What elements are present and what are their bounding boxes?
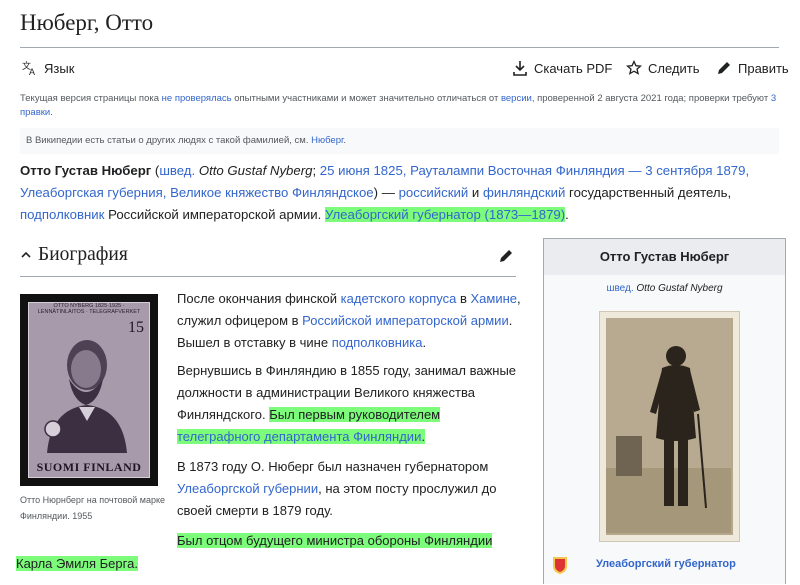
subject-name: Отто Густав Нюберг bbox=[20, 163, 152, 178]
hatnote-end: . bbox=[343, 135, 346, 146]
russian-link[interactable]: российский bbox=[399, 185, 469, 200]
language-label: Язык bbox=[44, 60, 75, 76]
download-pdf-label: Скачать PDF bbox=[534, 60, 613, 76]
download-icon bbox=[512, 60, 528, 76]
imperial-army-link[interactable]: Российской императорской армии bbox=[302, 313, 509, 328]
hamina-link[interactable]: Хамине bbox=[470, 291, 517, 306]
edit-button[interactable]: Править bbox=[716, 56, 789, 80]
notice-link-unchecked[interactable]: не проверялась bbox=[162, 93, 232, 104]
notice-text: Текущая версия страницы пока bbox=[20, 93, 162, 104]
lead-text: Российской императорской армии. bbox=[104, 207, 325, 222]
biography-paragraph-1: После окончания финской кадетского корпу… bbox=[177, 288, 522, 354]
translate-icon: 文 A bbox=[22, 60, 38, 76]
stamp-caption: Отто Нюрнберг на почтовой марке Финлянди… bbox=[20, 495, 166, 521]
pencil-icon[interactable] bbox=[498, 248, 514, 269]
biography-paragraph-4: Был отцом будущего министра обороны Финл… bbox=[177, 530, 522, 552]
finnish-link[interactable]: финляндский bbox=[483, 185, 565, 200]
highlighted-text: Карла Эмиля Берга. bbox=[16, 556, 138, 571]
swedish-lang-link[interactable]: швед. bbox=[159, 163, 195, 178]
edit-label: Править bbox=[738, 60, 789, 76]
page-toolbar: 文 A Язык Скачать PDF Следить Править bbox=[20, 56, 789, 80]
highlighted-text: Был отцом будущего министра обороны Финл… bbox=[177, 533, 493, 548]
bio-text: В 1873 году О. Нюберг был назначен губер… bbox=[177, 459, 489, 474]
hatnote-link[interactable]: Нюберг bbox=[311, 135, 343, 146]
lead-paragraph: Отто Густав Нюберг (швед. Otto Gustaf Ny… bbox=[20, 160, 785, 226]
infobox-swedish-link[interactable]: швед. bbox=[606, 283, 633, 294]
infobox-subtitle: швед. Otto Gustaf Nyberg bbox=[544, 283, 785, 294]
notice-text: . bbox=[50, 107, 53, 118]
watch-button[interactable]: Следить bbox=[626, 56, 700, 80]
hatnote-text: В Википедии есть статьи о других людях с… bbox=[26, 135, 312, 146]
biography-paragraph-4-continuation: Карла Эмиля Берга. bbox=[16, 553, 138, 575]
infobox: Отто Густав Нюберг швед. Otto Gustaf Nyb… bbox=[543, 238, 786, 584]
notice-text: опытными участниками и может значительно… bbox=[231, 93, 501, 104]
bio-text: . bbox=[422, 335, 427, 350]
title-divider bbox=[20, 47, 779, 48]
notice-link-version[interactable]: версии bbox=[501, 93, 532, 104]
telegraph-dept-link[interactable]: телеграфного департамента Финляндии bbox=[177, 429, 422, 444]
cadet-corps-link[interactable]: кадетского корпуса bbox=[341, 291, 457, 306]
download-pdf-button[interactable]: Скачать PDF bbox=[512, 56, 612, 80]
postage-stamp-image[interactable]: OTTO NYBERG 1825·1925 · LENNÄTINLAITOS ·… bbox=[20, 294, 158, 486]
section-heading-biography[interactable]: Биография bbox=[20, 240, 516, 277]
photo-figure bbox=[606, 318, 731, 533]
lt-colonel-rank-link[interactable]: подполковника bbox=[332, 335, 423, 350]
infobox-title: Отто Густав Нюберг bbox=[544, 239, 785, 275]
biography-paragraph-2: Вернувшись в Финляндию в 1855 году, зани… bbox=[177, 360, 522, 448]
chevron-up-icon[interactable] bbox=[20, 248, 32, 266]
governor-link[interactable]: Улеаборгский губернатор (1873—1879) bbox=[324, 207, 566, 222]
portrait-photo[interactable] bbox=[599, 311, 740, 542]
revision-notice: Текущая версия страницы пока не проверял… bbox=[20, 92, 779, 120]
infobox-footer-label: Улеаборгский губернатор bbox=[596, 558, 736, 570]
watch-label: Следить bbox=[648, 60, 700, 76]
coat-of-arms-icon bbox=[552, 555, 568, 580]
bio-text: в bbox=[456, 291, 471, 306]
biography-paragraph-3: В 1873 году О. Нюберг был назначен губер… bbox=[177, 456, 522, 522]
lead-text: и bbox=[468, 185, 483, 200]
lead-text: ) — bbox=[373, 185, 399, 200]
lead-text: государственный деятель, bbox=[565, 185, 732, 200]
original-name: Otto Gustaf Nyberg bbox=[195, 163, 313, 178]
stamp-country: SUOMI FINLAND bbox=[36, 460, 142, 474]
pencil-icon bbox=[716, 60, 732, 76]
bio-text: После окончания финской bbox=[177, 291, 341, 306]
page-title: Нюберг, Отто bbox=[20, 10, 154, 35]
portrait-drawing bbox=[44, 340, 127, 453]
notice-text: , проверенной 2 августа 2021 года; прове… bbox=[531, 93, 771, 104]
infobox-original-name: Otto Gustaf Nyberg bbox=[633, 283, 723, 294]
section-title: Биография bbox=[38, 244, 128, 265]
lead-text: ; bbox=[312, 163, 320, 178]
infobox-footer[interactable]: Улеаборгский губернатор bbox=[544, 551, 785, 585]
uleaborg-province-link[interactable]: Улеаборгской губернии bbox=[177, 481, 318, 496]
lt-colonel-link[interactable]: подполковник bbox=[20, 207, 104, 222]
hatnote: В Википедии есть статьи о других людях с… bbox=[20, 128, 779, 154]
svg-text:A: A bbox=[29, 67, 35, 76]
highlighted-text: Был первым руководителем bbox=[269, 407, 441, 422]
language-button[interactable]: 文 A Язык bbox=[22, 56, 74, 80]
lead-text: . bbox=[565, 207, 569, 222]
highlighted-text: . bbox=[421, 429, 425, 444]
star-icon bbox=[626, 60, 642, 76]
